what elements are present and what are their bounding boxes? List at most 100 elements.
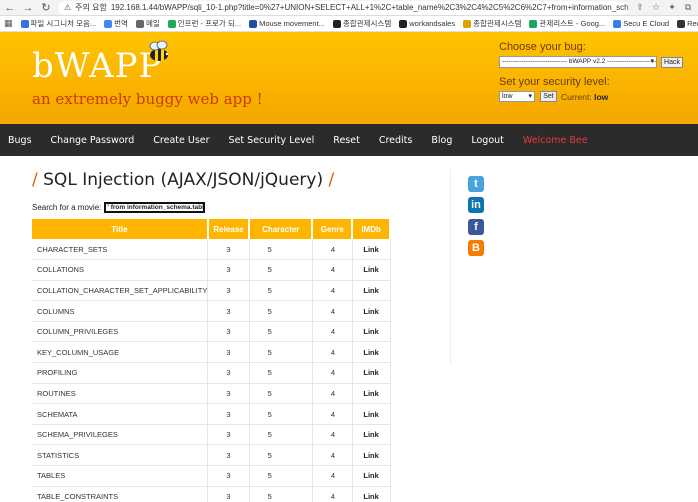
bookmark-label: Secu E Cloud bbox=[623, 19, 670, 28]
imdb-link[interactable]: Link bbox=[352, 259, 391, 281]
imdb-link[interactable]: Link bbox=[352, 280, 391, 302]
puzzle-icon[interactable]: ⧉ bbox=[682, 2, 694, 13]
imdb-link[interactable]: Link bbox=[352, 362, 391, 384]
tagline: an extremely buggy web app ! bbox=[32, 90, 263, 108]
search-form: Search for a movie: ' from information_s… bbox=[32, 202, 206, 213]
search-input[interactable]: ' from information_schema.tables# bbox=[104, 202, 206, 213]
menu-item-set-security-level[interactable]: Set Security Level bbox=[229, 135, 315, 146]
share-icon[interactable]: ⇪ bbox=[634, 2, 646, 13]
extensions-icon[interactable]: ✦ bbox=[666, 2, 678, 13]
hack-button[interactable]: Hack bbox=[661, 57, 683, 68]
bookmark-item[interactable]: 종합관제시스템 bbox=[332, 18, 392, 29]
imdb-link[interactable]: Link bbox=[352, 321, 391, 343]
cell-title: TABLES bbox=[32, 465, 209, 487]
bookmark-item[interactable]: 번역 bbox=[104, 18, 128, 29]
facebook-icon[interactable]: f bbox=[468, 219, 484, 235]
bookmark-favicon-icon bbox=[399, 19, 408, 28]
imdb-link[interactable]: Link bbox=[352, 239, 391, 261]
table-row: COLUMN_PRIVILEGES 3 5 4 Link bbox=[32, 321, 391, 343]
main-menu: Bugs Change Password Create User Set Securi… bbox=[0, 124, 698, 156]
bookmark-item[interactable]: 종합관제시스템 bbox=[463, 18, 521, 29]
imdb-link[interactable]: Link bbox=[352, 341, 391, 364]
bookmark-item[interactable]: 파일 시그니처 모음... bbox=[20, 18, 96, 29]
cell-value: 4 bbox=[312, 239, 353, 261]
cell-value: 3 bbox=[207, 259, 250, 281]
cell-value: 4 bbox=[312, 424, 353, 446]
cell-value: 3 bbox=[207, 239, 250, 261]
imdb-link[interactable]: Link bbox=[352, 383, 391, 405]
menu-item-reset[interactable]: Reset bbox=[333, 135, 360, 146]
bookmark-item[interactable]: workandsales bbox=[399, 19, 455, 28]
cell-value: 5 bbox=[249, 259, 313, 281]
star-icon[interactable]: ☆ bbox=[650, 2, 662, 13]
bookmarks-bar: ▦ 파일 시그니처 모음... 번역 메일 인프런 - 프로가 되... Mouse m… bbox=[0, 16, 698, 32]
bookmark-favicon-icon bbox=[677, 19, 686, 28]
bookmark-item[interactable]: Mouse movement... bbox=[249, 19, 325, 28]
bee-icon bbox=[145, 40, 171, 70]
forward-icon[interactable]: → bbox=[22, 2, 34, 14]
cell-value: 5 bbox=[249, 465, 313, 487]
bookmark-label: 번역 bbox=[114, 19, 128, 28]
menu-item-credits[interactable]: Credits bbox=[379, 135, 413, 146]
imdb-link[interactable]: Link bbox=[352, 424, 391, 446]
bookmark-item[interactable]: ReceiveGUARD bbox=[677, 19, 698, 28]
choose-bug-label: Choose your bug: bbox=[499, 41, 586, 53]
cell-value: 5 bbox=[249, 300, 313, 322]
bookmark-label: 종합관제시스템 bbox=[342, 19, 392, 28]
twitter-icon[interactable]: t bbox=[468, 176, 484, 192]
menu-item-logout[interactable]: Logout bbox=[471, 135, 504, 146]
address-bar[interactable]: ⚠ 주의 요함 192.168.1.44/bWAPP/sqli_10-1.php… bbox=[58, 0, 628, 15]
imdb-link[interactable]: Link bbox=[352, 444, 391, 467]
title-slash-right: / bbox=[328, 170, 335, 190]
imdb-link[interactable]: Link bbox=[352, 403, 391, 425]
security-label: 주의 요함 bbox=[75, 3, 107, 12]
table-row: SCHEMATA 3 5 4 Link bbox=[32, 403, 391, 425]
apps-icon[interactable]: ▦ bbox=[4, 18, 13, 29]
cell-title: COLUMN_PRIVILEGES bbox=[32, 321, 209, 343]
bookmark-label: 인프런 - 프로가 되... bbox=[177, 19, 242, 28]
table-row: TABLES 3 5 4 Link bbox=[32, 465, 391, 487]
bug-select[interactable]: ------------------------------ bWAPP v2.… bbox=[499, 56, 657, 68]
cell-value: 4 bbox=[312, 300, 353, 322]
current-level-value: low bbox=[594, 92, 609, 102]
bookmark-item[interactable]: 관제리스트 - Goog... bbox=[529, 18, 605, 29]
browser-toolbar: ← → ↻ ⚠ 주의 요함 192.168.1.44/bWAPP/sqli_10… bbox=[0, 0, 698, 16]
bookmark-favicon-icon bbox=[20, 19, 29, 28]
bookmark-favicon-icon bbox=[332, 19, 341, 28]
bookmark-item[interactable]: Secu E Cloud bbox=[613, 19, 669, 28]
table-row: COLLATION_CHARACTER_SET_APPLICABILITY 3 5 4… bbox=[32, 280, 391, 302]
bookmark-item[interactable]: 메일 bbox=[135, 18, 160, 29]
bookmark-favicon-icon bbox=[613, 19, 622, 28]
site-logo[interactable]: bWAPP bbox=[32, 46, 162, 86]
cell-value: 5 bbox=[249, 239, 313, 261]
menu-item-blog[interactable]: Blog bbox=[431, 135, 452, 146]
bookmark-label: 관제리스트 - Goog... bbox=[539, 19, 606, 28]
cell-value: 5 bbox=[249, 341, 313, 364]
cell-value: 4 bbox=[312, 486, 353, 502]
table-header-row: Title Release Character Genre IMDb bbox=[32, 219, 391, 239]
menu-item-create-user[interactable]: Create User bbox=[153, 135, 209, 146]
linkedin-icon[interactable]: in bbox=[468, 197, 484, 213]
page-title-text: SQL Injection (AJAX/JSON/jQuery) bbox=[43, 170, 324, 190]
warning-icon[interactable]: ⚠ bbox=[64, 3, 71, 12]
menu-item-change-password[interactable]: Change Password bbox=[51, 135, 135, 146]
table-row: ROUTINES 3 5 4 Link bbox=[32, 383, 391, 405]
imdb-link[interactable]: Link bbox=[352, 300, 391, 322]
bookmark-item[interactable]: 인프런 - 프로가 되... bbox=[167, 18, 242, 29]
bookmark-label: 메일 bbox=[145, 19, 160, 28]
security-level-label: Set your security level: bbox=[499, 76, 610, 88]
table-row: TABLE_CONSTRAINTS 3 5 4 Link bbox=[32, 486, 391, 502]
set-button[interactable]: Set bbox=[540, 91, 557, 102]
reload-icon[interactable]: ↻ bbox=[40, 1, 52, 14]
cell-value: 3 bbox=[207, 403, 250, 425]
cell-title: SCHEMATA bbox=[32, 403, 209, 425]
cell-value: 3 bbox=[207, 424, 250, 446]
welcome-link[interactable]: Welcome Bee bbox=[523, 135, 588, 146]
blogger-icon[interactable]: B bbox=[468, 240, 484, 256]
imdb-link[interactable]: Link bbox=[352, 465, 391, 487]
imdb-link[interactable]: Link bbox=[352, 486, 391, 502]
menu-item-bugs[interactable]: Bugs bbox=[8, 135, 32, 146]
url-text[interactable]: 192.168.1.44/bWAPP/sqli_10-1.php?title=0… bbox=[111, 3, 628, 12]
security-level-select[interactable]: low bbox=[499, 91, 535, 102]
back-icon[interactable]: ← bbox=[4, 2, 16, 14]
